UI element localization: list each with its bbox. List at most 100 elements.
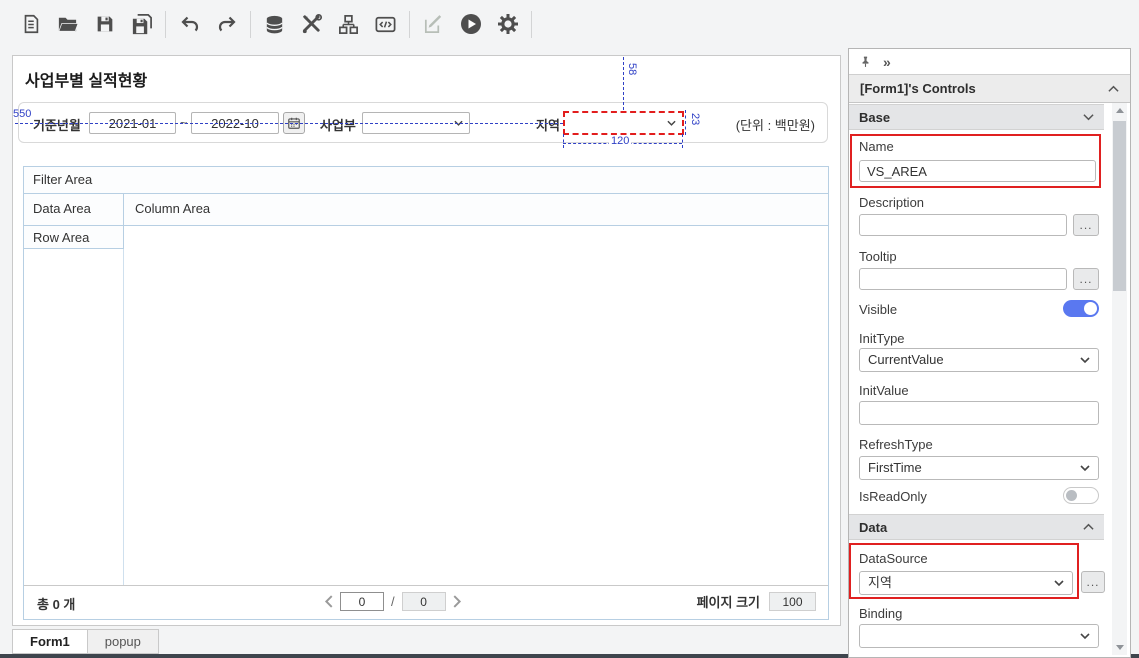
pin-button[interactable] [859,55,872,68]
tooltip-editor-button[interactable]: ... [1073,268,1099,290]
triangle-up-icon [1116,108,1124,113]
new-document-icon [20,13,42,35]
code-editor-button[interactable] [367,5,404,43]
panel-scrollbar[interactable] [1112,103,1127,655]
undo-icon [178,12,202,36]
toolbar-separator [531,11,532,38]
toolbar-separator [409,11,410,38]
data-area-zone[interactable]: Data Area [24,194,124,225]
binding-dropdown[interactable] [859,624,1099,648]
scrollbar-thumb[interactable] [1113,121,1126,291]
chevron-down-icon [1083,113,1094,121]
total-pages-input[interactable] [402,592,446,611]
calendar-button[interactable] [283,112,305,134]
row-area-zone[interactable]: Row Area [24,226,124,249]
save-icon [94,13,116,35]
data-source-dropdown[interactable]: 지역 [859,571,1073,595]
scrollbar-up-button[interactable] [1112,103,1127,118]
visible-toggle[interactable] [1063,300,1099,317]
grid-column-divider [123,249,124,586]
refresh-type-label: RefreshType [859,437,933,452]
open-file-button[interactable] [49,5,86,43]
form-tab-bar: Form1 popup [12,629,159,654]
section-data[interactable]: Data [849,514,1104,540]
chevron-down-icon [454,120,463,127]
description-editor-button[interactable]: ... [1073,214,1099,236]
filter-area-zone[interactable]: Filter Area [24,167,828,194]
data-source-editor-button[interactable]: ... [1081,571,1105,593]
width-guide-line [563,143,682,144]
sitemap-button[interactable] [330,5,367,43]
filter-toolbar: 기준년월 ~ 사업부 지역 (단위 : 백만원) [18,102,828,143]
tab-popup[interactable]: popup [87,629,159,654]
date-to-input[interactable] [191,112,279,134]
init-type-dropdown[interactable]: CurrentValue [859,348,1099,372]
pivot-grid-designer: Filter Area Data Area Column Area Row Ar… [23,166,829,620]
code-icon [374,13,397,36]
column-area-zone[interactable]: Column Area [124,194,828,225]
controls-panel-title: [Form1]'s Controls [860,81,976,96]
property-list-content: Base Name Description ... Tooltip ... Vi… [849,101,1104,657]
pushpin-icon [859,55,872,68]
region-label: 지역 [536,115,560,134]
is-read-only-toggle[interactable] [1063,487,1099,504]
build-tools-button[interactable] [293,5,330,43]
controls-panel-header[interactable]: [Form1]'s Controls [849,75,1130,103]
section-data-title: Data [859,520,887,535]
redo-button[interactable] [208,5,245,43]
binding-label: Binding [859,606,902,621]
database-icon [263,13,286,36]
next-page-button[interactable] [453,595,462,608]
edit-icon [422,13,445,36]
division-dropdown[interactable] [362,112,470,134]
save-button[interactable] [86,5,123,43]
date-range-tilde: ~ [180,115,188,130]
run-button[interactable] [452,5,489,43]
description-input[interactable] [859,214,1067,236]
chevron-left-icon [324,595,333,608]
is-read-only-label: IsReadOnly [859,489,927,504]
visible-label: Visible [859,302,897,317]
open-folder-icon [56,13,79,36]
scrollbar-down-button[interactable] [1112,640,1127,655]
collapse-panel-button[interactable]: » [883,55,891,69]
page-size-label: 페이지 크기 [697,592,760,611]
toolbar-separator [250,11,251,38]
new-document-button[interactable] [12,5,49,43]
toggle-knob [1066,490,1077,501]
description-label: Description [859,195,924,210]
chevron-up-icon [1083,523,1094,531]
refresh-type-value: FirstTime [868,460,922,475]
date-from-input[interactable] [89,112,176,134]
chevron-down-icon [667,120,676,127]
chevron-right-icon [453,595,462,608]
data-source-value: 지역 [868,575,892,590]
sitemap-icon [337,13,360,36]
app-window: 사업부별 실적현황 기준년월 ~ 사업부 지역 (단위 : 백만원) 550 5… [0,0,1139,658]
init-value-input[interactable] [859,401,1099,425]
prev-page-button[interactable] [324,595,333,608]
region-dropdown-selected[interactable] [563,111,684,135]
build-tools-icon [300,13,323,36]
refresh-type-dropdown[interactable]: FirstTime [859,456,1099,480]
tooltip-input[interactable] [859,268,1067,290]
edit-button[interactable] [415,5,452,43]
undo-button[interactable] [171,5,208,43]
redo-icon [215,12,239,36]
pager-controls: / [324,592,462,611]
tooltip-label: Tooltip [859,249,897,264]
chevron-down-icon [1080,633,1090,640]
database-button[interactable] [256,5,293,43]
section-base[interactable]: Base [849,104,1104,130]
save-all-icon [130,13,153,36]
page-title: 사업부별 실적현황 [25,67,147,91]
settings-button[interactable] [489,5,526,43]
tab-form1[interactable]: Form1 [12,629,88,654]
init-value-label: InitValue [859,383,909,398]
current-page-input[interactable] [340,592,384,611]
save-all-button[interactable] [123,5,160,43]
panel-dock-bar: » [849,49,1130,75]
chevron-up-icon [1108,85,1119,93]
name-input[interactable] [859,160,1096,182]
page-size-input[interactable] [769,592,816,611]
